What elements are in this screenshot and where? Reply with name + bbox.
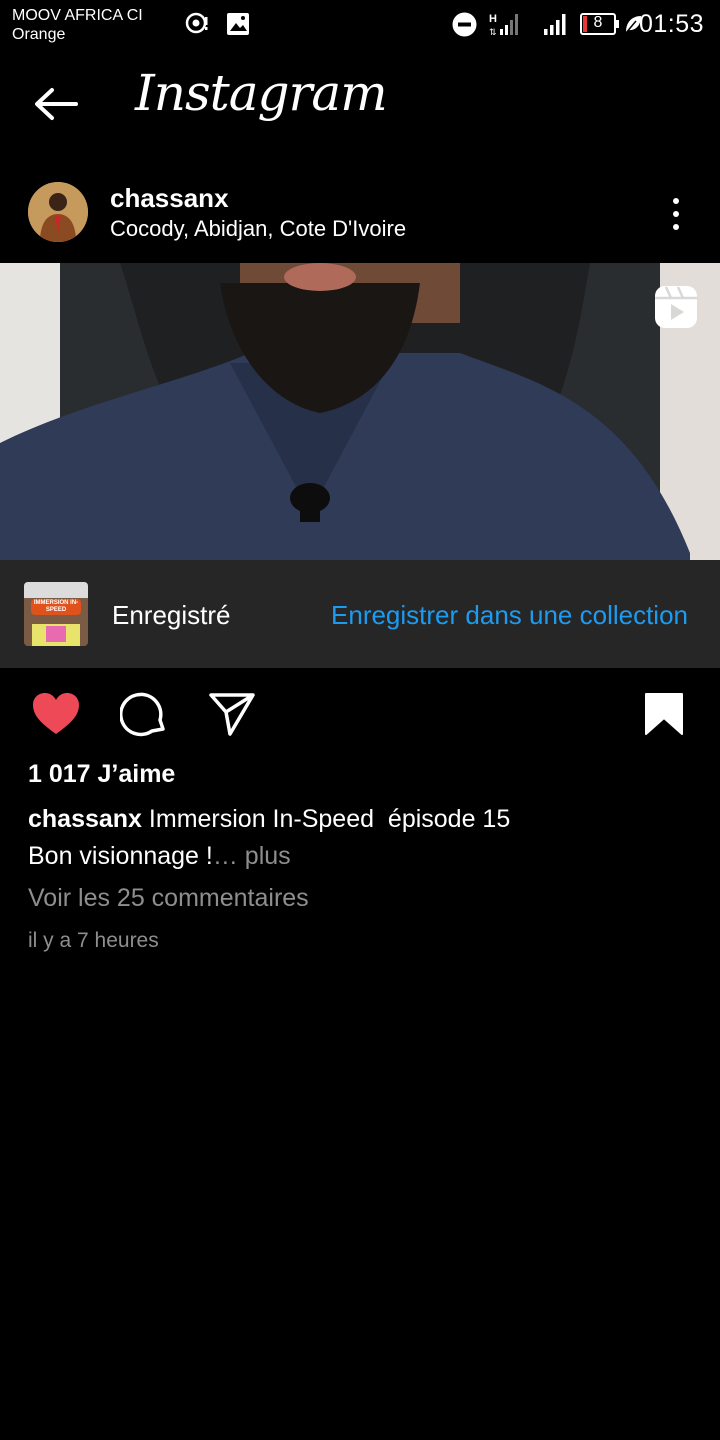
thumbnail-text: IMMERSION IN-SPEED xyxy=(33,600,79,613)
post-header: chassanx Cocody, Abidjan, Cote D'Ivoire xyxy=(0,170,720,260)
svg-text:H: H xyxy=(489,13,497,25)
video-frame xyxy=(0,263,720,560)
image-icon xyxy=(227,13,249,35)
svg-text:⇅: ⇅ xyxy=(489,27,497,37)
caption-line2: Bon visionnage ! xyxy=(28,842,213,870)
comment-button[interactable] xyxy=(118,688,170,740)
signal-h-icon: H ⇅ xyxy=(489,13,518,37)
app-header: Instagram xyxy=(0,50,720,160)
status-bar: MOOV AFRICA CI Orange H ⇅ 8 01:53 xyxy=(0,0,720,50)
caption-text: Immersion In-Speed épisode 15 xyxy=(148,805,511,833)
dnd-icon xyxy=(452,12,477,37)
caption-username[interactable]: chassanx xyxy=(28,805,142,833)
view-comments-link[interactable]: Voir les 25 commentaires xyxy=(28,884,309,913)
carrier-line1: MOOV AFRICA CI xyxy=(12,7,143,24)
heart-filled-icon xyxy=(33,693,79,734)
clock: 01:53 xyxy=(638,10,704,38)
battery-icon: 8 xyxy=(580,12,620,36)
like-button[interactable] xyxy=(30,688,82,740)
post-actions xyxy=(0,680,720,750)
likes-count[interactable]: 1 017 J’aime xyxy=(28,760,175,789)
battery-level: 8 xyxy=(593,14,603,31)
share-button[interactable] xyxy=(206,688,258,740)
save-button[interactable] xyxy=(638,688,690,740)
reels-icon xyxy=(655,286,697,328)
save-to-collection-link[interactable]: Enregistrer dans une collection xyxy=(331,600,688,631)
caption: chassanx Immersion In-Speed épisode 15 B… xyxy=(28,801,688,875)
carrier-line2: Orange xyxy=(12,26,66,43)
signal-icon xyxy=(544,14,566,35)
avatar-image xyxy=(28,182,88,242)
post-location[interactable]: Cocody, Abidjan, Cote D'Ivoire xyxy=(110,216,406,242)
post-username[interactable]: chassanx xyxy=(110,183,229,214)
vertical-dots-icon xyxy=(673,198,679,204)
post-timestamp: il y a 7 heures xyxy=(28,929,159,952)
post-media[interactable] xyxy=(0,263,720,560)
carrier-info: MOOV AFRICA CI Orange xyxy=(12,6,143,44)
caption-more-link[interactable]: … plus xyxy=(213,842,291,870)
arrow-left-icon xyxy=(35,88,78,120)
avatar[interactable] xyxy=(28,182,88,242)
more-options-button[interactable] xyxy=(660,194,692,234)
hotspot-icon xyxy=(185,12,208,34)
bookmark-filled-icon xyxy=(645,693,683,735)
saved-toast: IMMERSION IN-SPEED Enregistré Enregistre… xyxy=(0,560,720,668)
app-logo: Instagram xyxy=(135,64,388,122)
back-button[interactable] xyxy=(28,82,84,126)
saved-thumbnail: IMMERSION IN-SPEED xyxy=(24,582,88,646)
comment-icon xyxy=(120,692,165,737)
saved-status: Enregistré xyxy=(112,600,231,630)
send-icon xyxy=(209,693,255,736)
